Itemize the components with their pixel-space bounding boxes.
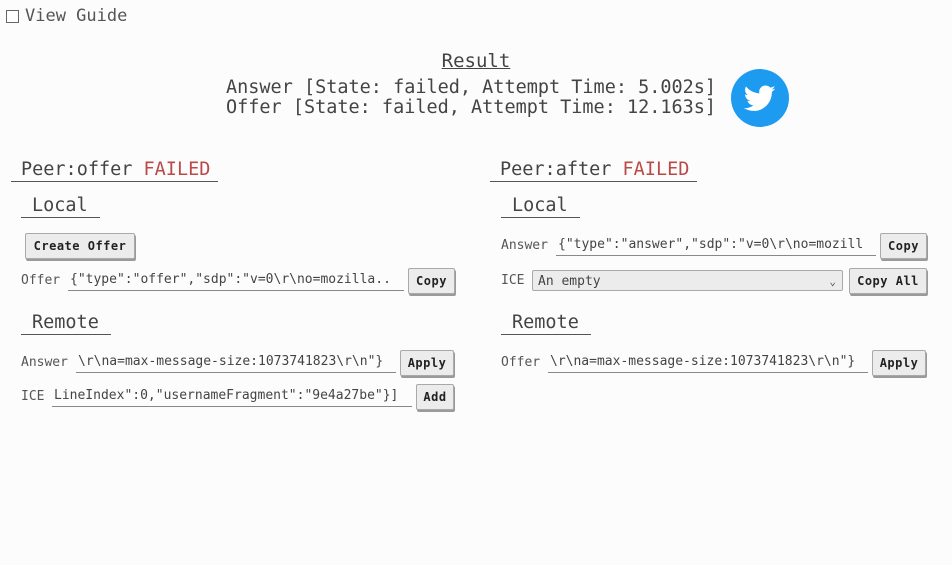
peer-offer-offer-field[interactable]: {"type":"offer","sdp":"v=0\r\no=mozilla.… (68, 270, 404, 291)
peer-offer-name: Peer:offer (21, 159, 133, 180)
peer-after-remote-heading: Remote (501, 312, 591, 335)
peer-offer-answer-field[interactable]: \r\na=max-message-size:1073741823\r\n"} (76, 352, 396, 373)
peer-offer-ice-label: ICE (21, 389, 45, 404)
peer-after-ice-selected: An empty (538, 274, 601, 289)
view-guide-label: View Guide (25, 6, 128, 26)
peer-after-offer-field[interactable]: \r\na=max-message-size:1073741823\r\n"} (548, 352, 868, 373)
peer-after-title: Peer:after FAILED (490, 159, 698, 182)
result-title: Result (441, 50, 511, 72)
offer-status-line: Offer [State: failed, Attempt Time: 12.1… (226, 97, 717, 118)
peer-after-ice-select[interactable]: An empty ⌄ (532, 270, 843, 291)
peer-offer-local-heading: Local (21, 195, 100, 218)
peer-offer-apply-button[interactable]: Apply (400, 350, 454, 376)
peer-offer-ice-field[interactable]: LineIndex":0,"usernameFragment":"9e4a27b… (52, 386, 412, 407)
peer-after-offer-label: Offer (501, 355, 541, 370)
answer-status-line: Answer [State: failed, Attempt Time: 5.0… (226, 77, 717, 98)
peer-after-apply-button[interactable]: Apply (872, 350, 926, 376)
peer-after-answer-field[interactable]: {"type":"answer","sdp":"v=0\r\no=mozill (556, 235, 876, 256)
twitter-bird-icon (744, 85, 776, 111)
peer-after-status: FAILED (622, 159, 690, 180)
peer-offer-answer-label: Answer (21, 355, 68, 370)
peer-offer-title: Peer:offer FAILED (11, 159, 219, 182)
peer-after-copy-button[interactable]: Copy (880, 233, 927, 259)
peer-offer-copy-button[interactable]: Copy (408, 268, 455, 294)
view-guide-toggle[interactable]: View Guide (6, 6, 127, 26)
create-offer-button[interactable]: Create Offer (25, 233, 135, 259)
peer-offer-add-button[interactable]: Add (416, 384, 454, 410)
peer-offer-offer-label: Offer (21, 273, 61, 288)
peer-offer-remote-heading: Remote (21, 312, 111, 335)
twitter-share-button[interactable] (731, 69, 789, 127)
peer-after-local-heading: Local (501, 195, 580, 218)
peer-after-ice-label: ICE (501, 273, 525, 288)
peer-after-name: Peer:after (500, 159, 612, 180)
peer-after-copy-all-button[interactable]: Copy All (849, 268, 927, 294)
view-guide-checkbox[interactable] (6, 9, 19, 23)
chevron-down-icon: ⌄ (829, 275, 836, 288)
peer-after-answer-label: Answer (501, 238, 548, 253)
result-status: Answer [State: failed, Attempt Time: 5.0… (226, 78, 716, 118)
peer-offer-status: FAILED (143, 159, 211, 180)
